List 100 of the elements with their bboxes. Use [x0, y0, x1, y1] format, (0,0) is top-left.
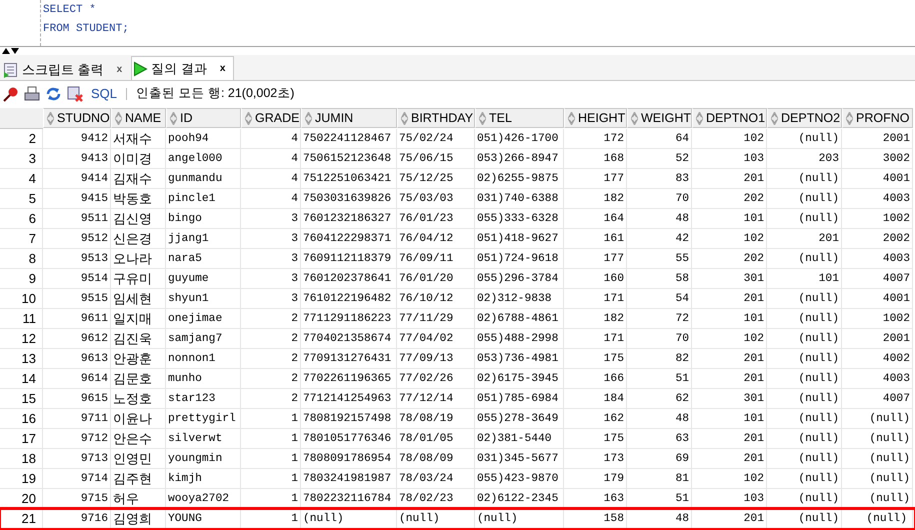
table-row[interactable]: 5 9415 박동호 pincle1 4 7503031639826 75/03/03 031)740-6388 182 70 202 (null) 4003: [0, 189, 915, 209]
column-header[interactable]: DEPTNO1: [692, 108, 767, 128]
table-cell: 76/10/12: [397, 289, 475, 309]
table-cell: gunmandu: [166, 169, 241, 189]
row-number: 17: [0, 429, 43, 449]
row-number: 3: [0, 149, 43, 169]
table-cell: (null): [767, 489, 842, 509]
refresh-icon[interactable]: [45, 86, 62, 102]
table-cell: 163: [564, 489, 627, 509]
table-row[interactable]: 3 9413 이미경 angel000 4 7506152123648 75/06/15 053)266-8947 168 52 103 203 3002: [0, 149, 915, 169]
table-cell: angel000: [166, 149, 241, 169]
column-header[interactable]: JUMIN: [301, 108, 397, 128]
table-cell: star123: [166, 389, 241, 409]
table-row[interactable]: 10 9515 임세현 shyun1 3 7610122196482 76/10/12 02)312-9838 171 54 201 (null) 4001: [0, 289, 915, 309]
table-row[interactable]: 4 9414 김재수 gunmandu 4 7512251063421 75/12/25 02)6255-9875 177 83 201 (null) 4001: [0, 169, 915, 189]
sql-link[interactable]: SQL: [91, 86, 118, 101]
table-row[interactable]: 15 9615 노정호 star123 2 7712141254963 77/12/14 051)785-6984 184 62 301 (null) 4007: [0, 389, 915, 409]
table-row[interactable]: 7 9512 신은경 jjang1 3 7604122298371 76/04/12 051)418-9627 161 42 102 201 2002: [0, 229, 915, 249]
table-cell: (null): [397, 509, 475, 529]
table-row[interactable]: 11 9611 일지매 onejimae 2 7711291186223 77/11/29 02)6788-4861 182 72 101 (null) 1002: [0, 309, 915, 329]
highlighted-row[interactable]: 21 9716 김영희 YOUNG 1 (null) (null) (null) 158 48 201 (null) (null): [0, 509, 915, 529]
table-cell: 76/09/11: [397, 249, 475, 269]
table-cell: 301: [692, 389, 767, 409]
sort-icon: [47, 112, 54, 124]
printer-icon[interactable]: [24, 86, 40, 102]
column-header[interactable]: STUDNO: [43, 108, 111, 128]
close-icon[interactable]: x: [116, 64, 122, 75]
table-cell: (null): [767, 449, 842, 469]
column-header[interactable]: DEPTNO2: [767, 108, 842, 128]
tab[interactable]: 질의 결과 x: [131, 56, 234, 80]
table-cell: 7610122196482: [301, 289, 397, 309]
row-number: 14: [0, 369, 43, 389]
table-cell: 2001: [842, 329, 913, 349]
table-row[interactable]: 17 9712 안은수 silverwt 1 7801051776346 78/01/05 02)381-5440 175 63 201 (null) (null): [0, 429, 915, 449]
pin-icon[interactable]: [3, 86, 19, 102]
table-cell: 9414: [43, 169, 111, 189]
column-header[interactable]: TEL: [475, 108, 564, 128]
table-row[interactable]: 6 9511 김신영 bingo 3 7601232186327 76/01/23 055)333-6328 164 48 101 (null) 1002: [0, 209, 915, 229]
table-cell: 김재수: [111, 169, 166, 189]
table-cell: 4: [241, 169, 301, 189]
close-icon[interactable]: x: [220, 63, 226, 74]
table-row[interactable]: 19 9714 김주현 kimjh 1 7803241981987 78/03/24 055)423-9870 179 81 102 (null) (null): [0, 469, 915, 489]
table-row[interactable]: 18 9713 인영민 youngmin 1 7808091786954 78/08/09 031)345-5677 173 69 201 (null) (null): [0, 449, 915, 469]
table-cell: 9716: [43, 509, 111, 529]
status-text: 인출된 모든 행: 21(0,002초): [136, 85, 294, 102]
column-header[interactable]: PROFNO: [842, 108, 913, 128]
table-row[interactable]: 14 9614 김문호 munho 2 7702261196365 77/02/26 02)6175-3945 166 51 201 (null) 4003: [0, 369, 915, 389]
table-cell: (null): [767, 389, 842, 409]
table-row[interactable]: 2 9412 서재수 pooh94 4 7502241128467 75/02/24 051)426-1700 172 64 102 (null) 2001: [0, 129, 915, 149]
row-number: 20: [0, 489, 43, 509]
column-header[interactable]: ID: [166, 108, 241, 128]
table-row[interactable]: 16 9711 이윤나 prettygirl 1 7808192157498 78/08/19 055)278-3649 162 48 101 (null) (null): [0, 409, 915, 429]
table-cell: 이윤나: [111, 409, 166, 429]
table-row[interactable]: 8 9513 오나라 nara5 3 7609112118379 76/09/11 051)724-9618 177 55 202 (null) 4003: [0, 249, 915, 269]
table-cell: 7702261196365: [301, 369, 397, 389]
table-cell: 168: [564, 149, 627, 169]
tab[interactable]: 스크립트 출력 x: [1, 58, 132, 80]
table-cell: 구유미: [111, 269, 166, 289]
table-cell: (null): [767, 369, 842, 389]
table-cell: kimjh: [166, 469, 241, 489]
column-header[interactable]: BIRTHDAY: [397, 108, 475, 128]
table-cell: 9611: [43, 309, 111, 329]
table-cell: 182: [564, 189, 627, 209]
sort-icon: [479, 112, 486, 124]
clear-grid-icon[interactable]: [67, 86, 84, 102]
table-cell: (null): [842, 509, 913, 529]
table-cell: 72: [627, 309, 692, 329]
row-number: 16: [0, 409, 43, 429]
table-cell: 1: [241, 509, 301, 529]
table-row[interactable]: 13 9613 안광훈 nonnon1 2 7709131276431 77/09/13 053)736-4981 175 82 201 (null) 4002: [0, 349, 915, 369]
table-cell: 9713: [43, 449, 111, 469]
row-number: 19: [0, 469, 43, 489]
script-document-icon: [3, 62, 19, 78]
table-row[interactable]: 20 9715 허우 wooya2702 1 7802232116784 78/02/23 02)6122-2345 163 51 103 (null) (null): [0, 489, 915, 509]
table-cell: 9614: [43, 369, 111, 389]
column-header[interactable]: WEIGHT: [627, 108, 692, 128]
table-cell: 055)296-3784: [475, 269, 564, 289]
column-header[interactable]: NAME: [111, 108, 166, 128]
table-row[interactable]: 9 9514 구유미 guyume 3 7601202378641 76/01/20 055)296-3784 160 58 301 101 4007: [0, 269, 915, 289]
table-cell: 75/02/24: [397, 129, 475, 149]
table-cell: 9512: [43, 229, 111, 249]
table-cell: 9714: [43, 469, 111, 489]
table-cell: 173: [564, 449, 627, 469]
table-cell: 64: [627, 129, 692, 149]
table-cell: 201: [692, 369, 767, 389]
table-row[interactable]: 12 9612 김진욱 samjang7 2 7704021358674 77/04/02 055)488-2998 171 70 102 (null) 2001: [0, 329, 915, 349]
table-cell: 1: [241, 429, 301, 449]
table-cell: 202: [692, 249, 767, 269]
column-header[interactable]: GRADE: [241, 108, 301, 128]
table-cell: 201: [692, 509, 767, 529]
row-number: 12: [0, 329, 43, 349]
column-header[interactable]: HEIGHT: [564, 108, 627, 128]
sort-icon: [245, 112, 252, 124]
table-cell: 3: [241, 209, 301, 229]
table-cell: 51: [627, 489, 692, 509]
table-cell: 2: [241, 369, 301, 389]
table-cell: 158: [564, 509, 627, 529]
table-cell: 4001: [842, 289, 913, 309]
table-cell: 3: [241, 289, 301, 309]
table-cell: 1: [241, 469, 301, 489]
